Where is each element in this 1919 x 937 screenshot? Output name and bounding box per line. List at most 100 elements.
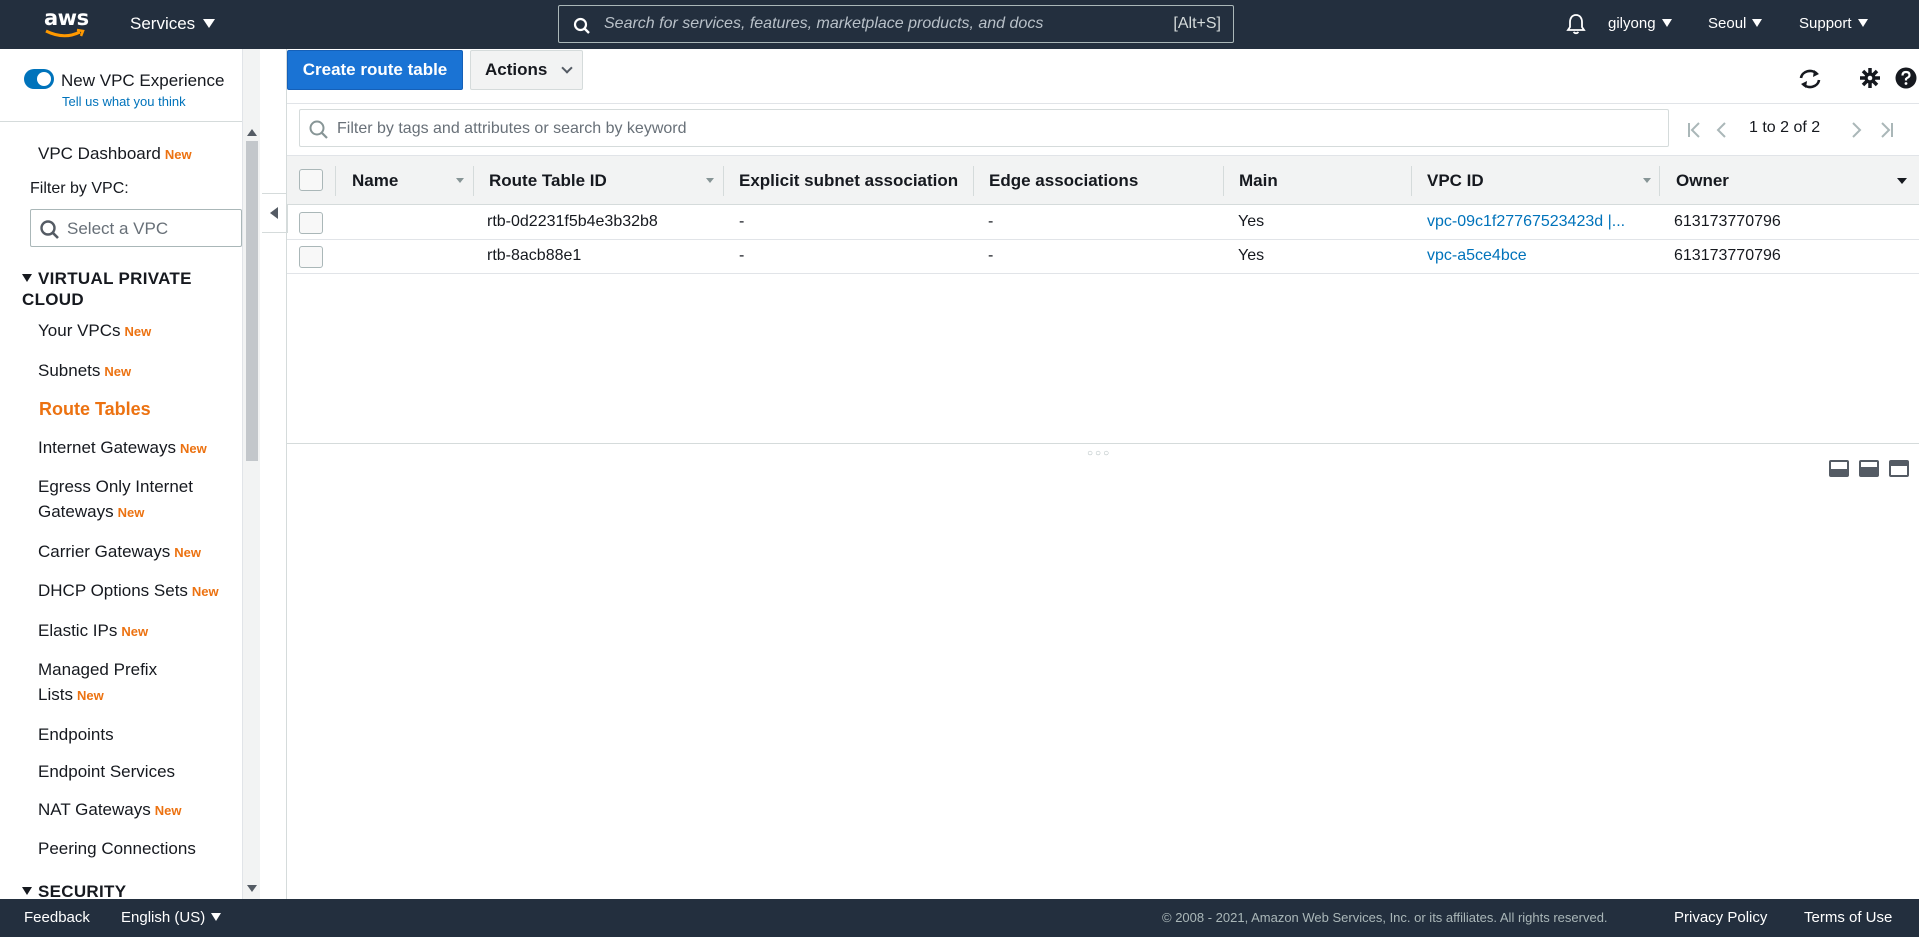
sort-icon[interactable] — [706, 178, 714, 183]
vpc-filter-placeholder: Select a VPC — [67, 219, 169, 238]
search-shortcut-hint: [Alt+S] — [1173, 15, 1221, 32]
sidebar-item-endpoint-services[interactable]: Endpoint Services — [38, 759, 175, 784]
sidebar-item-route-tables[interactable]: Route Tables — [39, 397, 151, 422]
sidebar-item-managed-prefix-lists[interactable]: Managed Prefix Lists New — [38, 657, 188, 708]
layout-bottom-panel-icon[interactable] — [1829, 460, 1849, 477]
actions-dropdown-button[interactable]: Actions — [470, 50, 583, 90]
table-filter-input[interactable]: Filter by tags and attributes or search … — [299, 109, 1669, 147]
search-icon — [309, 120, 328, 139]
toolbar-divider — [287, 103, 1919, 104]
account-menu[interactable]: gilyong — [1608, 15, 1672, 32]
language-selector[interactable]: English (US) — [121, 909, 222, 926]
column-separator — [473, 166, 474, 196]
region-menu[interactable]: Seoul — [1708, 15, 1763, 32]
search-icon — [40, 220, 59, 239]
sidebar-item-internet-gateways[interactable]: Internet Gateways New — [38, 435, 207, 461]
sidebar-item-subnets[interactable]: Subnets New — [38, 358, 131, 384]
new-vpc-experience-toggle[interactable] — [24, 69, 54, 89]
sidebar-item-label: NAT Gateways — [38, 800, 151, 819]
sidebar-item-label: Carrier Gateways — [38, 542, 171, 561]
sidebar-divider — [0, 121, 242, 122]
services-menu[interactable]: Services — [130, 14, 216, 34]
sidebar-scrollbar[interactable] — [242, 49, 260, 899]
row-checkbox[interactable] — [299, 246, 323, 268]
next-page-icon[interactable] — [1851, 121, 1863, 139]
cell-owner: 613173770796 — [1674, 213, 1781, 230]
cell-explicit-subnet-association: - — [739, 247, 745, 264]
scroll-up-arrow-icon[interactable] — [247, 129, 257, 136]
global-search-input[interactable]: Search for services, features, marketpla… — [558, 5, 1234, 43]
sidebar-item-egress-only-internet-gateways[interactable]: Egress Only Internet Gateways New — [38, 474, 228, 525]
table-row[interactable]: rtb-8acb88e1 - - Yes vpc-a5ce4bce 613173… — [287, 240, 1919, 274]
pagination-status: 1 to 2 of 2 — [1749, 119, 1821, 136]
privacy-policy-link[interactable]: Privacy Policy — [1674, 909, 1767, 926]
new-badge: New — [154, 803, 182, 818]
column-header-name[interactable]: Name — [352, 156, 398, 206]
scroll-down-arrow-icon[interactable] — [247, 885, 257, 892]
sidebar-item-peering-connections[interactable]: Peering Connections — [38, 836, 196, 861]
table-row[interactable]: rtb-0d2231f5b4e3b32b8 - - Yes vpc-09c1f2… — [287, 206, 1919, 240]
column-header-edge-associations[interactable]: Edge associations — [989, 156, 1138, 206]
column-header-route-table-id[interactable]: Route Table ID — [489, 156, 607, 206]
sidebar-item-vpc-dashboard[interactable]: VPC Dashboard New — [38, 141, 192, 167]
vpc-filter-select[interactable]: Select a VPC — [30, 209, 242, 247]
column-separator — [1659, 166, 1660, 196]
search-icon — [573, 17, 590, 34]
notifications-bell-icon[interactable] — [1566, 13, 1586, 35]
select-all-checkbox[interactable] — [299, 169, 323, 191]
help-icon[interactable] — [1895, 67, 1917, 89]
layout-top-panel-icon[interactable] — [1889, 460, 1909, 477]
feedback-button[interactable]: Feedback — [24, 909, 90, 926]
new-badge: New — [121, 624, 149, 639]
caret-down-icon — [1857, 19, 1868, 27]
split-pane-drag-handle[interactable]: ○○○ — [1087, 448, 1111, 459]
aws-logo[interactable]: aws — [44, 6, 89, 42]
new-badge: New — [164, 147, 192, 162]
sort-icon[interactable] — [1897, 178, 1907, 184]
cell-main: Yes — [1238, 213, 1265, 230]
section-heading: VIRTUAL PRIVATE CLOUD — [22, 269, 192, 309]
cell-vpc-id-link[interactable]: vpc-a5ce4bce — [1427, 247, 1527, 265]
refresh-icon[interactable] — [1797, 67, 1823, 91]
column-separator — [1411, 166, 1412, 196]
filter-by-vpc-label: Filter by VPC: — [30, 180, 129, 197]
caret-down-icon — [211, 913, 222, 921]
layout-split-panel-icon[interactable] — [1859, 460, 1879, 477]
sidebar-item-your-vpcs[interactable]: Your VPCs New — [38, 318, 151, 344]
feedback-link[interactable]: Tell us what you think — [62, 94, 186, 109]
collapse-sidebar-button[interactable] — [262, 193, 288, 233]
create-route-table-button[interactable]: Create route table — [287, 50, 463, 90]
new-badge: New — [179, 441, 207, 456]
chevron-down-icon — [561, 62, 573, 74]
last-page-icon[interactable] — [1879, 121, 1895, 139]
cell-vpc-id-link[interactable]: vpc-09c1f27767523423d |... — [1427, 213, 1625, 231]
sidebar-item-endpoints[interactable]: Endpoints — [38, 722, 114, 747]
section-security[interactable]: SECURITY — [22, 881, 126, 899]
gear-icon[interactable] — [1859, 67, 1881, 89]
sidebar-item-nat-gateways[interactable]: NAT Gateways New — [38, 797, 181, 823]
column-header-vpc-id[interactable]: VPC ID — [1427, 156, 1484, 206]
sort-icon[interactable] — [1643, 178, 1651, 183]
sidebar-item-elastic-ips[interactable]: Elastic IPs New — [38, 618, 148, 644]
new-vpc-experience-label: New VPC Experience — [61, 71, 225, 90]
terms-of-use-link[interactable]: Terms of Use — [1804, 909, 1892, 926]
new-badge: New — [174, 545, 201, 560]
column-header-owner[interactable]: Owner — [1676, 156, 1729, 206]
sort-icon[interactable] — [456, 178, 464, 183]
column-header-explicit-subnet-association[interactable]: Explicit subnet association — [739, 156, 969, 206]
row-checkbox[interactable] — [299, 212, 323, 234]
expand-triangle-icon — [22, 887, 32, 895]
first-page-icon[interactable] — [1687, 121, 1703, 139]
cell-edge-associations: - — [988, 247, 994, 264]
support-menu[interactable]: Support — [1799, 15, 1868, 32]
section-virtual-private-cloud[interactable]: VIRTUAL PRIVATE CLOUD — [22, 268, 222, 310]
sidebar-item-dhcp-options-sets[interactable]: DHCP Options Sets New — [38, 578, 219, 604]
sidebar-item-carrier-gateways[interactable]: Carrier Gateways New — [38, 539, 201, 565]
aws-smile-icon — [45, 28, 85, 38]
scrollbar-thumb[interactable] — [246, 141, 258, 461]
previous-page-icon[interactable] — [1715, 121, 1727, 139]
column-header-main[interactable]: Main — [1239, 156, 1278, 206]
sidebar-item-label: Subnets — [38, 361, 101, 380]
sidebar-item-label: Elastic IPs — [38, 621, 118, 640]
column-separator — [973, 166, 974, 196]
